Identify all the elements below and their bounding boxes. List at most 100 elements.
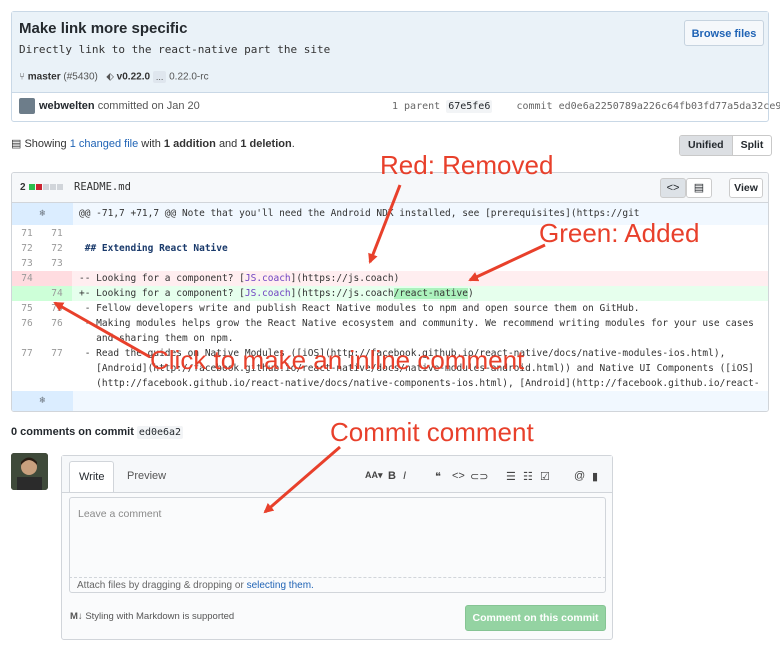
changed-files-link[interactable]: 1 changed file: [70, 138, 139, 150]
summary-with: with: [141, 138, 161, 150]
new-line-number[interactable]: 75: [42, 301, 72, 316]
diffstat: 2: [20, 182, 64, 193]
code-link-text: JS.coach: [244, 288, 291, 299]
old-line-number[interactable]: 75: [12, 301, 42, 316]
attach-files-bar[interactable]: Attach files by dragging & dropping or s…: [69, 577, 606, 593]
code-icon[interactable]: <>: [452, 470, 465, 482]
hunk-footer: ❄: [12, 391, 768, 411]
comments-count-label: 0 comments on commit: [11, 426, 134, 438]
new-line-number[interactable]: 77: [42, 346, 72, 361]
context-line[interactable]: and sharing them on npm.: [12, 331, 768, 346]
branch-name[interactable]: master: [28, 72, 61, 83]
new-line-number[interactable]: 72: [42, 241, 72, 256]
added-highlight: /react-native: [393, 288, 468, 299]
summary-and: and: [218, 138, 238, 150]
diffstat-neutral-block: [50, 184, 57, 191]
comment-submit-button[interactable]: Comment on this commit: [465, 605, 606, 631]
old-line-number[interactable]: [12, 361, 42, 376]
author-name[interactable]: webwelten: [39, 100, 95, 112]
commit-title-area: Make link more specific Directly link to…: [12, 12, 768, 93]
italic-icon[interactable]: I: [403, 470, 406, 482]
context-line[interactable]: (http://facebook.github.io/react-native/…: [12, 376, 768, 391]
more-tags-button[interactable]: ...: [152, 71, 167, 83]
ordered-list-icon[interactable]: ☷: [523, 470, 533, 483]
new-line-number[interactable]: [42, 361, 72, 376]
tag-name[interactable]: v0.22.0: [117, 72, 150, 83]
expand-icon[interactable]: ❄: [12, 203, 73, 225]
removed-annotation: Red: Removed: [380, 150, 554, 180]
old-line-number[interactable]: 73: [12, 256, 42, 271]
markdown-icon: M↓: [70, 611, 83, 622]
file-diff-icon: ▤: [11, 138, 22, 150]
new-line-number[interactable]: 73: [42, 256, 72, 271]
new-line-number[interactable]: [42, 271, 72, 286]
old-line-number[interactable]: 77: [12, 346, 42, 361]
commit-description: Directly link to the react-native part t…: [19, 43, 331, 56]
link-icon[interactable]: ⊂⊃: [470, 470, 488, 483]
author-row: webwelten committed on Jan 20: [19, 98, 200, 114]
old-line-number[interactable]: [12, 286, 42, 301]
new-line-number[interactable]: [42, 376, 72, 391]
comment-commit-sha[interactable]: ed0e6a2: [136, 426, 184, 439]
commit-title: Make link more specific: [19, 20, 188, 37]
comment-form: Write Preview AA▾ B I ❝ <> ⊂⊃ ☰ ☷ ☑ @ ▮ …: [61, 455, 613, 640]
unified-button[interactable]: Unified: [680, 136, 733, 155]
parent-sha-link[interactable]: 67e5fe6: [446, 100, 493, 113]
old-line-number[interactable]: [12, 376, 42, 391]
comment-tabs: Write Preview AA▾ B I ❝ <> ⊂⊃ ☰ ☷ ☑ @ ▮: [62, 456, 612, 493]
quote-icon[interactable]: ❝: [435, 470, 441, 483]
markdown-note-text: Styling with Markdown is supported: [85, 611, 235, 622]
new-line-number[interactable]: 76: [42, 316, 72, 331]
mention-icon[interactable]: @: [574, 470, 585, 482]
added-annotation: Green: Added: [539, 218, 700, 248]
avatar[interactable]: [19, 98, 35, 114]
source-view-icon[interactable]: <>: [660, 178, 686, 198]
comments-heading: 0 comments on commit ed0e6a2: [11, 426, 184, 439]
pr-number[interactable]: (#5430): [63, 72, 97, 83]
old-line-number[interactable]: 72: [12, 241, 42, 256]
select-files-link[interactable]: selecting them.: [247, 580, 314, 591]
context-line[interactable]: 75 75 - Fellow developers write and publi…: [12, 301, 768, 316]
code-text: - Fellow developers write and publish Re…: [79, 303, 640, 314]
avatar[interactable]: [11, 453, 48, 490]
bold-icon[interactable]: B: [388, 470, 396, 482]
new-line-number[interactable]: 74: [42, 286, 72, 301]
added-line[interactable]: 74 +- Looking for a component? [JS.coach]…: [12, 286, 768, 301]
browse-files-button[interactable]: Browse files: [684, 20, 764, 46]
code-text: - Making modules helps grow the React Na…: [79, 318, 754, 329]
tab-write[interactable]: Write: [69, 461, 115, 492]
context-line[interactable]: 73 73: [12, 256, 768, 271]
old-line-number[interactable]: 74: [12, 271, 42, 286]
line-code: ## Extending React Native: [79, 241, 228, 256]
rich-view-icon[interactable]: ▤: [686, 178, 712, 198]
attach-prefix: Attach files by dragging & dropping or: [77, 580, 244, 591]
split-button[interactable]: Split: [733, 136, 772, 155]
branch-icon: ⑂: [19, 71, 25, 83]
expand-icon[interactable]: ❄: [12, 391, 73, 411]
heading-icon[interactable]: AA▾: [365, 470, 383, 481]
tag-rc[interactable]: 0.22.0-rc: [169, 72, 208, 83]
line-code: and sharing them on npm.: [79, 331, 233, 346]
summary-period: .: [291, 138, 295, 150]
bookmark-icon[interactable]: ▮: [592, 470, 598, 483]
markdown-note[interactable]: M↓ Styling with Markdown is supported: [70, 611, 234, 622]
old-line-number[interactable]: 76: [12, 316, 42, 331]
new-line-number[interactable]: [42, 331, 72, 346]
file-name[interactable]: README.md: [74, 181, 131, 193]
view-file-button[interactable]: View: [729, 178, 763, 198]
context-line[interactable]: 76 76 - Making modules helps grow the Rea…: [12, 316, 768, 331]
file-diff: 2 README.md <> ▤ View ❄ @@ -71,7 +71,7 @…: [11, 172, 769, 412]
deleted-line[interactable]: 74 -- Looking for a component? [JS.coach]…: [12, 271, 768, 286]
old-line-number[interactable]: [12, 331, 42, 346]
task-list-icon[interactable]: ☑: [540, 470, 550, 483]
commit-date: committed on Jan 20: [97, 99, 200, 112]
line-code: (http://facebook.github.io/react-native/…: [79, 376, 759, 391]
code-text: -- Looking for a component? [: [79, 273, 245, 284]
tag-icon: ⬖: [106, 71, 114, 83]
avatar-image: [11, 453, 48, 490]
tab-preview[interactable]: Preview: [118, 461, 175, 492]
line-code: - Making modules helps grow the React Na…: [79, 316, 754, 331]
unordered-list-icon[interactable]: ☰: [506, 470, 516, 483]
old-line-number[interactable]: 71: [12, 226, 42, 241]
new-line-number[interactable]: 71: [42, 226, 72, 241]
